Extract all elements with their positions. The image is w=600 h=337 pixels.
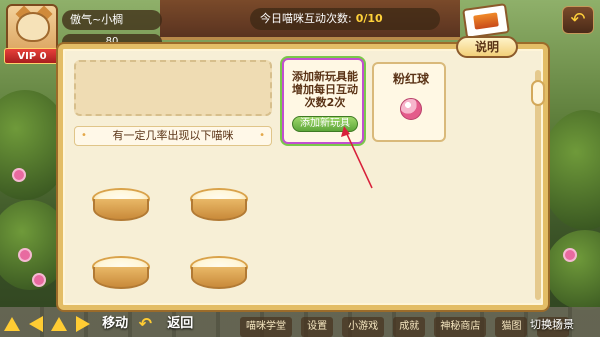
flower (565, 250, 575, 260)
move-label: 移动 (102, 316, 129, 331)
cushion-base (93, 199, 149, 221)
switch-scene-button[interactable]: 切换场景 (530, 314, 574, 336)
toy-item-pink-ball[interactable]: 粉红球 (372, 62, 446, 142)
vip-badge: VIP 0 (4, 48, 60, 64)
tab-school[interactable]: 喵咪学堂 (240, 317, 292, 337)
add-toy-button[interactable]: 添加新玩具 (292, 116, 358, 132)
cat-cushion[interactable] (190, 188, 248, 226)
add-toy-description: 添加新玩具能增加每日互动次数2次 (292, 70, 358, 109)
bottom-bar: 移动 ↶ 返回 喵咪学堂 设置 小游戏 成就 神秘商店 猫图 充值 切换场景 (0, 310, 600, 337)
move-left-icon[interactable] (28, 315, 43, 332)
move-right-icon[interactable] (75, 315, 90, 332)
cushion-base (191, 267, 247, 289)
back-label[interactable]: 返回 (167, 312, 193, 336)
tab-settings[interactable]: 设置 (301, 317, 334, 337)
daily-interaction-counter: 今日喵咪互动次数: 0/10 (250, 8, 440, 30)
flower (34, 275, 44, 285)
help-button[interactable]: 说明 (456, 3, 518, 58)
add-toy-card[interactable]: 添加新玩具能增加每日互动次数2次 添加新玩具 (282, 58, 364, 144)
pink-ball-icon (400, 98, 422, 120)
flower (14, 170, 24, 180)
cushion-base (93, 267, 149, 289)
toy-name: 粉红球 (392, 72, 429, 86)
possible-cats-notice: 有一定几率出现以下喵咪 (74, 126, 272, 146)
toy-description-box (74, 60, 272, 116)
cat-face-icon (16, 12, 50, 42)
flower (20, 250, 30, 260)
cushion-base (191, 199, 247, 221)
move-up-icon[interactable] (4, 316, 20, 331)
tab-mystery-shop[interactable]: 神秘商店 (434, 317, 487, 337)
tab-cat-album[interactable]: 猫图 (495, 317, 528, 337)
tab-minigame[interactable]: 小游戏 (342, 317, 385, 337)
cat-cushion[interactable] (92, 256, 150, 294)
movement-controls: 移动 ↶ 返回 (4, 312, 199, 336)
return-icon[interactable]: ↶ (139, 314, 159, 333)
scrollbar-thumb[interactable] (531, 80, 545, 106)
daily-count: 0/10 (355, 12, 383, 25)
cat-cushion[interactable] (92, 188, 150, 226)
move-up-icon[interactable] (51, 316, 68, 331)
daily-label: 今日喵咪互动次数: (260, 12, 352, 25)
bush (540, 110, 600, 230)
cat-cushion[interactable] (190, 256, 248, 294)
bush (545, 230, 600, 310)
tab-achievements[interactable]: 成就 (393, 317, 426, 337)
bottom-tabs: 喵咪学堂 设置 小游戏 成就 神秘商店 猫图 充值 (240, 314, 573, 337)
player-name: 傲气~小椆 (62, 10, 162, 30)
book-icon (462, 3, 510, 39)
back-arrow-icon[interactable]: ↶ (562, 6, 594, 34)
help-label: 说明 (456, 36, 518, 58)
